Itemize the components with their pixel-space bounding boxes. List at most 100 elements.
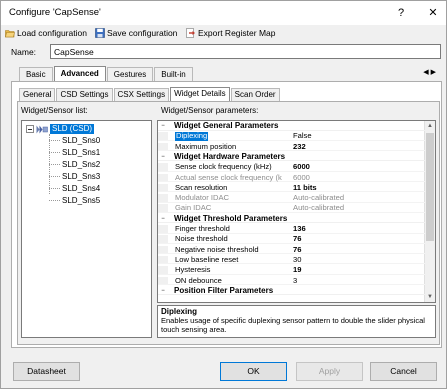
sensor-label: SLD_Sns2 [62,159,101,169]
scroll-up-icon[interactable]: ▲ [425,121,435,131]
widget-icon [36,125,48,134]
parameter-row[interactable]: Finger threshold 136 [158,224,425,234]
scroll-down-icon[interactable]: ▼ [425,292,435,302]
apply-button[interactable]: Apply [296,362,363,381]
name-row: Name: [1,43,446,61]
parameter-row[interactable]: Negative noise threshold 76 [158,244,425,255]
category-collapse-icon[interactable]: − [160,154,166,160]
tree-child-item[interactable]: SLD_Sns4 [49,183,100,193]
main-tab-strip: Basic Advanced Gestures Built-in [19,66,194,81]
widget-sensor-parameters-label: Widget/Sensor parameters: [161,106,259,115]
parameter-value[interactable]: Auto-calibrated [293,204,344,213]
ok-button[interactable]: OK [220,362,287,381]
row-gutter [158,132,168,140]
tree-child-item[interactable]: SLD_Sns1 [49,147,100,157]
tab-csx-settings[interactable]: CSX Settings [113,88,170,101]
row-gutter [158,163,168,171]
sub-tab-strip: General CSD Settings CSX Settings Widget… [19,87,281,101]
save-configuration-label: Save configuration [107,28,178,38]
parameter-row[interactable]: Maximum position 232 [158,141,425,152]
parameter-value[interactable]: 6000 [293,173,310,183]
tab-scroll-arrows: ◀▶ [423,68,438,76]
parameter-value[interactable]: 6000 [293,163,310,172]
parameter-row[interactable]: Scan resolution 11 bits [158,183,425,193]
sensor-label: SLD_Sns5 [62,195,101,205]
load-configuration-label: Load configuration [17,28,87,38]
row-gutter [158,194,168,202]
tab-scroll-left-icon[interactable]: ◀ [423,69,430,76]
tree-child-item[interactable]: SLD_Sns3 [49,171,100,181]
tab-built-in[interactable]: Built-in [154,67,193,81]
tree-connector [49,139,60,141]
parameter-name: Hysteresis [175,265,211,275]
cancel-button[interactable]: Cancel [370,362,437,381]
parameter-row[interactable]: Sense clock frequency (kHz) 6000 [158,163,425,172]
tree-child-item[interactable]: SLD_Sns0 [49,135,100,145]
row-gutter [158,266,168,274]
parameter-name: Modulator IDAC [175,193,230,203]
category-label: Widget Hardware Parameters [174,151,286,161]
sensor-label: SLD_Sns1 [62,147,101,157]
category-collapse-icon[interactable]: − [160,216,166,222]
scroll-thumb[interactable] [426,133,434,241]
row-gutter [158,255,168,264]
tab-scroll-right-icon[interactable]: ▶ [431,69,438,76]
tab-advanced[interactable]: Advanced [53,66,106,81]
tree-child-item[interactable]: SLD_Sns5 [49,195,100,205]
save-configuration-button[interactable]: Save configuration [95,26,177,40]
category-collapse-icon[interactable]: − [160,123,166,129]
parameter-value[interactable]: 3 [293,276,297,286]
tree-root-item[interactable]: SLD (CSD) [26,124,95,134]
parameter-value[interactable]: 232 [293,142,306,152]
row-gutter [158,225,168,233]
parameter-row[interactable]: Gain IDAC Auto-calibrated [158,204,425,213]
description-title: Diplexing [161,307,198,316]
tab-widget-details[interactable]: Widget Details [170,87,230,101]
category-row[interactable]: − Widget Hardware Parameters [158,151,425,162]
help-button[interactable]: ? [393,5,409,21]
parameter-row[interactable]: ON debounce 3 [158,276,425,286]
parameter-name: Low baseline reset [175,254,239,264]
parameter-name: Negative noise threshold [175,244,259,254]
collapse-icon[interactable] [26,125,34,133]
tab-csd-settings[interactable]: CSD Settings [56,88,113,101]
export-register-map-button[interactable]: Export Register Map [186,26,275,40]
parameter-row[interactable]: Low baseline reset 30 [158,254,425,265]
tab-gestures[interactable]: Gestures [106,67,154,81]
parameter-name: Maximum position [175,141,237,151]
row-gutter [158,245,168,254]
parameter-value[interactable]: 19 [293,266,301,275]
parameter-row[interactable]: Noise threshold 76 [158,235,425,244]
parameter-row[interactable]: Hysteresis 19 [158,266,425,275]
parameter-value[interactable]: 11 bits [293,183,317,193]
row-gutter [158,142,168,151]
category-row[interactable]: − Widget General Parameters [158,121,425,131]
tree-connector [49,151,60,153]
folder-open-icon [5,28,15,38]
parameter-value[interactable]: 76 [293,245,301,255]
tree-child-item[interactable]: SLD_Sns2 [49,159,100,169]
parameter-name: Finger threshold [175,224,230,233]
grid-scrollbar[interactable]: ▲ ▼ [424,121,435,302]
parameter-value[interactable]: Auto-calibrated [293,194,344,203]
parameter-row[interactable]: Actual sense clock frequency (k 6000 [158,173,425,183]
row-gutter [158,276,168,284]
parameter-name: Sense clock frequency (kHz) [175,162,272,172]
parameter-value[interactable]: False [293,132,312,141]
category-row[interactable]: − Position Filter Parameters [158,286,425,296]
parameter-row[interactable]: Diplexing False [158,132,425,141]
parameter-row[interactable]: Modulator IDAC Auto-calibrated [158,194,425,203]
category-collapse-icon[interactable]: − [160,288,166,294]
tab-scan-order[interactable]: Scan Order [230,88,280,101]
name-input[interactable] [50,44,441,59]
parameter-value[interactable]: 30 [293,255,301,265]
category-row[interactable]: − Widget Threshold Parameters [158,214,425,224]
parameter-value[interactable]: 76 [293,235,301,244]
datasheet-button[interactable]: Datasheet [13,362,80,381]
parameter-value[interactable]: 136 [293,224,306,234]
load-configuration-button[interactable]: Load configuration [5,26,87,40]
tab-general[interactable]: General [19,88,56,101]
close-button[interactable]: ✕ [425,5,441,21]
tab-basic[interactable]: Basic [19,67,53,81]
sensor-label: SLD_Sns4 [62,183,101,193]
